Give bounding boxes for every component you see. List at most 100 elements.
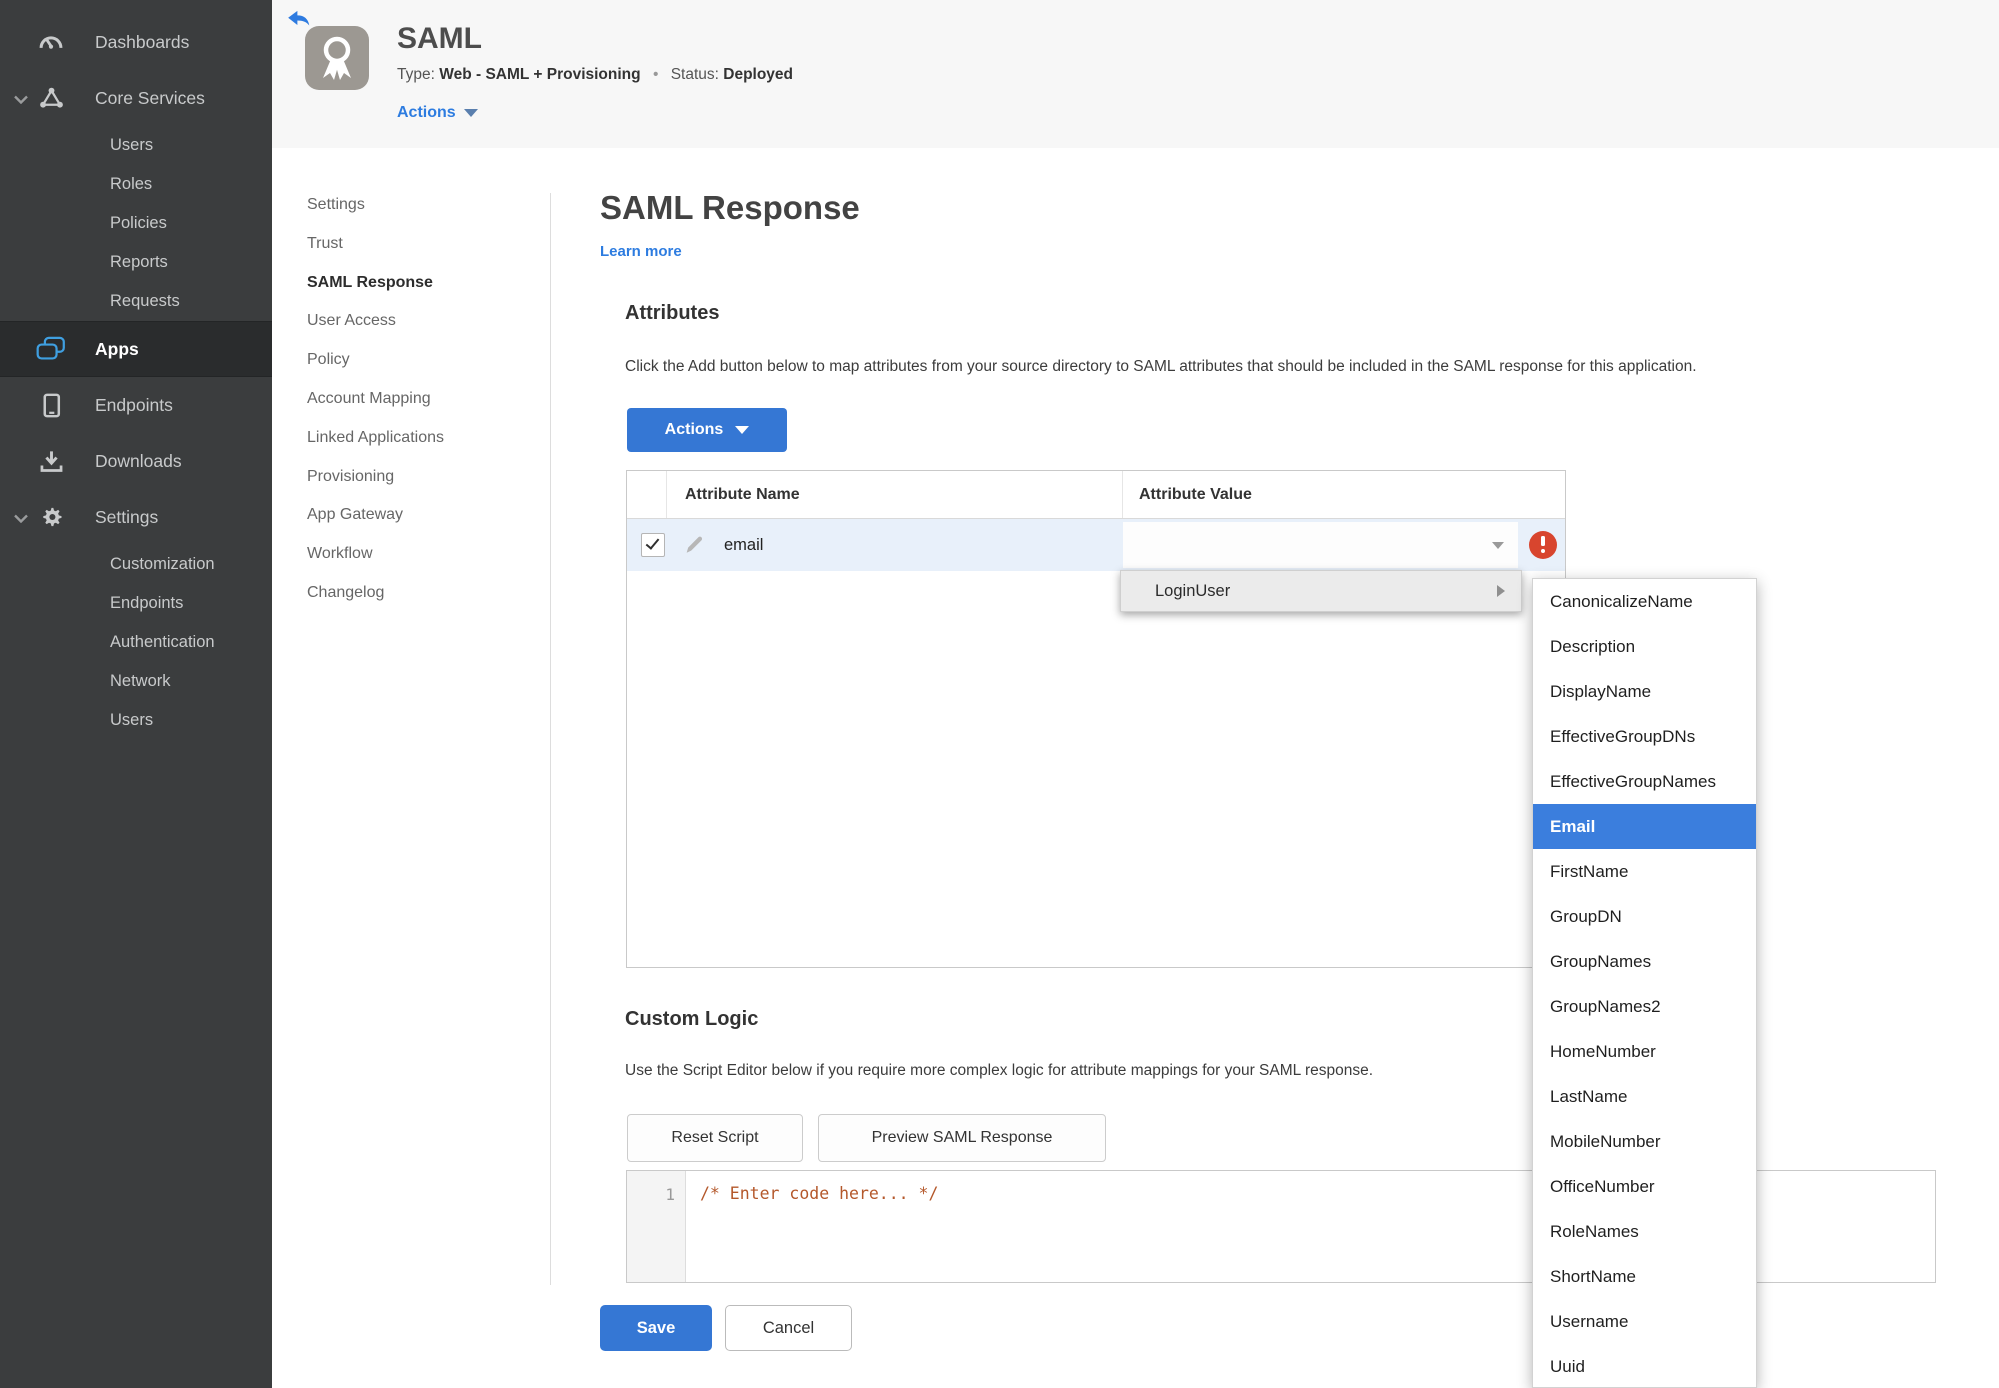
chevron-down-icon <box>14 88 28 109</box>
submenu-item-uuid[interactable]: Uuid <box>1533 1344 1756 1387</box>
gear-icon <box>36 502 66 532</box>
sidebar-item-customization[interactable]: Customization <box>0 545 272 584</box>
sidebar-item-label: Authentication <box>110 633 215 651</box>
attributes-heading: Attributes <box>625 302 720 324</box>
sidebar-item-users[interactable]: Users <box>0 126 272 165</box>
error-icon <box>1529 531 1557 559</box>
sidebar: Dashboards Core Services Users Roles Pol… <box>0 0 272 1388</box>
submenu-item-effectivegroupdns[interactable]: EffectiveGroupDNs <box>1533 714 1756 759</box>
sidebar-item-dashboards[interactable]: Dashboards <box>0 14 272 70</box>
sidebar-item-label: Core Services <box>95 87 205 108</box>
learn-more-link[interactable]: Learn more <box>600 243 682 260</box>
sidebar-item-label: Settings <box>95 506 159 527</box>
editor-line-number: 1 <box>627 1171 686 1282</box>
submenu-item-description[interactable]: Description <box>1533 624 1756 669</box>
app-meta: Type: Web - SAML + Provisioning • Status… <box>397 66 793 84</box>
chevron-down-icon <box>14 507 28 528</box>
tab-provisioning[interactable]: Provisioning <box>307 458 537 497</box>
section-title: SAML Response <box>600 189 860 226</box>
submenu-item-officenumber[interactable]: OfficeNumber <box>1533 1164 1756 1209</box>
submenu-item-groupnames[interactable]: GroupNames <box>1533 939 1756 984</box>
preview-saml-response-button[interactable]: Preview SAML Response <box>818 1114 1106 1162</box>
tab-saml-response[interactable]: SAML Response <box>307 264 537 303</box>
attributes-table: Attribute Name Attribute Value email <box>626 470 1566 968</box>
table-row[interactable]: email <box>627 519 1565 571</box>
tab-app-gateway[interactable]: App Gateway <box>307 496 537 535</box>
sidebar-item-apps[interactable]: Apps <box>0 321 272 377</box>
submenu-item-homenumber[interactable]: HomeNumber <box>1533 1029 1756 1074</box>
submenu-item-rolenames[interactable]: RoleNames <box>1533 1209 1756 1254</box>
submenu-item-lastname[interactable]: LastName <box>1533 1074 1756 1119</box>
sidebar-item-label: Policies <box>110 214 167 232</box>
tab-user-access[interactable]: User Access <box>307 302 537 341</box>
submenu-item-shortname[interactable]: ShortName <box>1533 1254 1756 1299</box>
type-value: Web - SAML + Provisioning <box>439 66 641 83</box>
tab-trust[interactable]: Trust <box>307 225 537 264</box>
app-section-nav: Settings Trust SAML Response User Access… <box>307 186 537 613</box>
tab-settings[interactable]: Settings <box>307 186 537 225</box>
sidebar-item-settings-users[interactable]: Users <box>0 701 272 740</box>
sidebar-item-settings-endpoints[interactable]: Endpoints <box>0 584 272 623</box>
check-icon <box>645 535 660 550</box>
sidebar-item-label: Downloads <box>95 450 182 471</box>
sidebar-item-roles[interactable]: Roles <box>0 165 272 204</box>
reset-script-button[interactable]: Reset Script <box>627 1114 803 1162</box>
sidebar-item-endpoints[interactable]: Endpoints <box>0 377 272 433</box>
submenu-item-username[interactable]: Username <box>1533 1299 1756 1344</box>
sidebar-item-core-services[interactable]: Core Services <box>0 70 272 126</box>
checkbox-column-header <box>627 471 667 518</box>
row-checkbox[interactable] <box>641 533 665 557</box>
submenu-item-groupdn[interactable]: GroupDN <box>1533 894 1756 939</box>
attributes-actions-button[interactable]: Actions <box>627 408 787 452</box>
tab-changelog[interactable]: Changelog <box>307 574 537 613</box>
cancel-button[interactable]: Cancel <box>725 1305 852 1351</box>
header-actions-label: Actions <box>397 104 456 121</box>
download-icon <box>36 446 66 476</box>
sidebar-item-label: Endpoints <box>110 594 184 612</box>
sidebar-item-label: Requests <box>110 292 180 310</box>
sidebar-item-label: Dashboards <box>95 31 190 52</box>
sidebar-item-label: Users <box>110 136 154 154</box>
sidebar-item-label: Apps <box>95 338 139 359</box>
page-title: SAML <box>397 22 482 55</box>
submenu-item-firstname[interactable]: FirstName <box>1533 849 1756 894</box>
submenu-item-effectivegroupnames[interactable]: EffectiveGroupNames <box>1533 759 1756 804</box>
sidebar-item-downloads[interactable]: Downloads <box>0 433 272 489</box>
attribute-submenu: CanonicalizeName Description DisplayName… <box>1532 578 1757 1388</box>
gauge-icon <box>36 27 66 57</box>
sidebar-item-reports[interactable]: Reports <box>0 243 272 282</box>
save-button[interactable]: Save <box>600 1305 712 1351</box>
vertical-divider <box>550 193 551 1285</box>
type-label: Type: <box>397 66 435 83</box>
separator-dot: • <box>652 66 659 83</box>
submenu-item-displayname[interactable]: DisplayName <box>1533 669 1756 714</box>
attribute-name-header: Attribute Name <box>667 471 1123 518</box>
submenu-item-groupnames2[interactable]: GroupNames2 <box>1533 984 1756 1029</box>
attribute-name-cell: email <box>724 535 764 554</box>
sidebar-item-network[interactable]: Network <box>0 662 272 701</box>
chevron-down-icon <box>1492 542 1504 549</box>
submenu-item-email[interactable]: Email <box>1533 804 1756 849</box>
table-header-row: Attribute Name Attribute Value <box>627 471 1565 519</box>
chevron-down-icon <box>735 426 750 434</box>
status-badge: Deployed <box>723 66 794 83</box>
tab-linked-applications[interactable]: Linked Applications <box>307 419 537 458</box>
header-actions-menu[interactable]: Actions <box>397 104 478 122</box>
sidebar-item-settings[interactable]: Settings <box>0 489 272 545</box>
saml-admin-page: SAML Type: Web - SAML + Provisioning • S… <box>0 0 1999 1388</box>
submenu-arrow-icon <box>1497 585 1505 597</box>
core-services-icon <box>36 83 66 113</box>
submenu-item-mobilenumber[interactable]: MobileNumber <box>1533 1119 1756 1164</box>
apps-icon <box>36 334 66 364</box>
tab-policy[interactable]: Policy <box>307 341 537 380</box>
sidebar-item-label: Roles <box>110 175 153 193</box>
sidebar-item-policies[interactable]: Policies <box>0 204 272 243</box>
attribute-value-dropdown[interactable] <box>1123 522 1518 568</box>
sidebar-item-requests[interactable]: Requests <box>0 282 272 321</box>
submenu-item-canonicalizename[interactable]: CanonicalizeName <box>1533 579 1756 624</box>
tab-workflow[interactable]: Workflow <box>307 535 537 574</box>
tab-account-mapping[interactable]: Account Mapping <box>307 380 537 419</box>
sidebar-item-label: Customization <box>110 555 215 573</box>
sidebar-item-authentication[interactable]: Authentication <box>0 623 272 662</box>
dropdown-item-loginuser[interactable]: LoginUser <box>1120 570 1522 612</box>
